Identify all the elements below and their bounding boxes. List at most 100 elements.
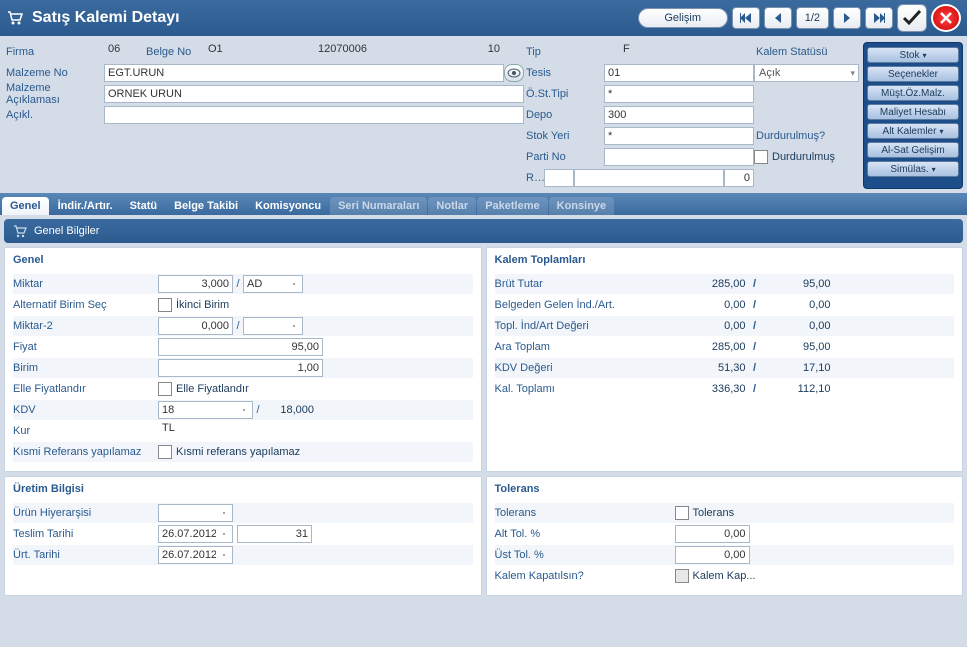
alttol-label: Alt Tol. % xyxy=(495,528,675,540)
side-stok-button[interactable]: Stok xyxy=(867,47,959,63)
close-button[interactable] xyxy=(931,4,961,32)
genel-pane: Genel Miktar/ Alternatif Birim Seçİkinci… xyxy=(4,247,482,472)
tab-notlar[interactable]: Notlar xyxy=(428,197,476,215)
side-secenekler-button[interactable]: Seçenekler xyxy=(867,66,959,82)
uretim-title: Üretim Bilgisi xyxy=(5,477,481,501)
tolerans-checkbox[interactable] xyxy=(675,506,689,520)
altbirim-checkbox[interactable] xyxy=(158,298,172,312)
confirm-button[interactable] xyxy=(897,4,927,32)
kt-row-v1: 285,00 xyxy=(675,278,750,290)
kdv-input[interactable] xyxy=(158,401,253,419)
kt-row-v2: 112,10 xyxy=(760,383,835,395)
refdok-input3[interactable] xyxy=(724,169,754,187)
side-altkalemler-button[interactable]: Alt Kalemler xyxy=(867,123,959,139)
tab-seri-numaralari[interactable]: Seri Numaraları xyxy=(330,197,427,215)
tab-indir-artir[interactable]: İndir./Artır. xyxy=(50,197,121,215)
birim-input[interactable] xyxy=(158,359,323,377)
uretim-pane: Üretim Bilgisi Ürün Hiyerarşisi Teslim T… xyxy=(4,476,482,596)
kt-row-v2: 95,00 xyxy=(760,278,835,290)
info-icon xyxy=(12,223,28,239)
miktar-input[interactable] xyxy=(158,275,233,293)
refdok-input1[interactable] xyxy=(544,169,574,187)
kalemkap-checkbox[interactable] xyxy=(675,569,689,583)
kt-row-label: Belgeden Gelen İnd./Art. xyxy=(495,299,675,311)
acikl-input[interactable] xyxy=(104,106,524,124)
side-maliyet-button[interactable]: Maliyet Hesabı xyxy=(867,104,959,120)
eye-icon-button[interactable] xyxy=(504,64,524,82)
firma-value: 06 xyxy=(104,43,144,61)
section-header-title: Genel Bilgiler xyxy=(34,225,99,237)
alttol-input[interactable] xyxy=(675,525,750,543)
teslim-label: Teslim Tarihi xyxy=(13,528,158,540)
side-mustozmalz-button[interactable]: Müşt.Öz.Malz. xyxy=(867,85,959,101)
kt-row-v2: 0,00 xyxy=(760,320,835,332)
tab-genel[interactable]: Genel xyxy=(2,197,49,215)
kt-row: Topl. İnd/Art Değeri0,00/0,00 xyxy=(495,316,955,336)
kismiref-checkbox[interactable] xyxy=(158,445,172,459)
miktar-unit-input[interactable] xyxy=(243,275,303,293)
kt-row-v1: 285,00 xyxy=(675,341,750,353)
tab-belge-takibi[interactable]: Belge Takibi xyxy=(166,197,246,215)
birim-label: Birim xyxy=(13,362,158,374)
osttipi-label: Ö.St.Tipi xyxy=(524,88,604,100)
ellefiyat-chk-label: Elle Fiyatlandır xyxy=(176,383,249,395)
kt-row-label: KDV Değeri xyxy=(495,362,675,374)
tesis-input[interactable] xyxy=(604,64,754,82)
kt-row: Ara Toplam285,00/95,00 xyxy=(495,337,955,357)
malzemeno-input[interactable] xyxy=(104,64,504,82)
nav-prev-button[interactable] xyxy=(764,7,792,29)
kur-value: TL xyxy=(158,422,179,440)
stokyeri-input[interactable] xyxy=(604,127,754,145)
side-simulas-button[interactable]: Simülas. xyxy=(867,161,959,177)
tip-label: Tip xyxy=(524,46,619,58)
tab-statu[interactable]: Statü xyxy=(122,197,166,215)
urunhiy-label: Ürün Hiyerarşisi xyxy=(13,507,158,519)
kt-row-v2: 0,00 xyxy=(760,299,835,311)
tab-konsinye[interactable]: Konsinye xyxy=(549,197,615,215)
kalemstat-dropdown[interactable]: Açık xyxy=(754,64,859,82)
kt-row-v1: 51,30 xyxy=(675,362,750,374)
fiyat-input[interactable] xyxy=(158,338,323,356)
kdv-label: KDV xyxy=(13,404,158,416)
urt-input[interactable] xyxy=(158,546,233,564)
refdok-label: Ref.Dök.Tipi / No /K... xyxy=(524,172,544,184)
ellefiyat-checkbox[interactable] xyxy=(158,382,172,396)
miktar2-input[interactable] xyxy=(158,317,233,335)
teslim-extra-input[interactable] xyxy=(237,525,312,543)
belgeno-val2: 12070006 xyxy=(314,43,464,61)
urt-label: Ürt. Tarihi xyxy=(13,549,158,561)
refdok-input2[interactable] xyxy=(574,169,724,187)
nav-last-button[interactable] xyxy=(865,7,893,29)
tab-paketleme[interactable]: Paketleme xyxy=(477,197,547,215)
malzemeacik-label: Malzeme Açıklaması xyxy=(4,82,104,106)
partino-input[interactable] xyxy=(604,148,754,166)
tab-komisyoncu[interactable]: Komisyoncu xyxy=(247,197,329,215)
gelisim-button[interactable]: Gelişim xyxy=(638,8,728,28)
miktar-label: Miktar xyxy=(13,278,158,290)
nav-first-button[interactable] xyxy=(732,7,760,29)
durdurulmus-label: Durdurulmuş xyxy=(772,151,835,163)
title-bar: Satış Kalemi Detayı Gelişim 1/2 xyxy=(0,0,967,36)
malzemeacik-input[interactable] xyxy=(104,85,524,103)
urunhiy-input[interactable] xyxy=(158,504,233,522)
miktar2-unit-input[interactable] xyxy=(243,317,303,335)
depo-input[interactable] xyxy=(604,106,754,124)
osttipi-input[interactable] xyxy=(604,85,754,103)
side-panel: Stok Seçenekler Müşt.Öz.Malz. Maliyet He… xyxy=(863,42,963,189)
side-alsat-button[interactable]: Al-Sat Gelişim xyxy=(867,142,959,158)
kt-row: KDV Değeri51,30/17,10 xyxy=(495,358,955,378)
nav-next-button[interactable] xyxy=(833,7,861,29)
teslim-input[interactable] xyxy=(158,525,233,543)
kalemstat-label: Kalem Statüsü xyxy=(754,46,854,58)
kalemkap-label: Kalem Kapatılsın? xyxy=(495,570,675,582)
kt-row-v1: 336,30 xyxy=(675,383,750,395)
altbirim-chk-label: İkinci Birim xyxy=(176,299,229,311)
kalemkap-chk-label: Kalem Kap... xyxy=(693,570,756,582)
tip-value: F xyxy=(619,43,634,61)
durdurulmus-checkbox[interactable] xyxy=(754,150,768,164)
belgeno-label: Belge No xyxy=(144,46,204,58)
kt-row-sep: / xyxy=(750,278,760,290)
fiyat-label: Fiyat xyxy=(13,341,158,353)
section-header: Genel Bilgiler xyxy=(4,219,963,243)
usttol-input[interactable] xyxy=(675,546,750,564)
